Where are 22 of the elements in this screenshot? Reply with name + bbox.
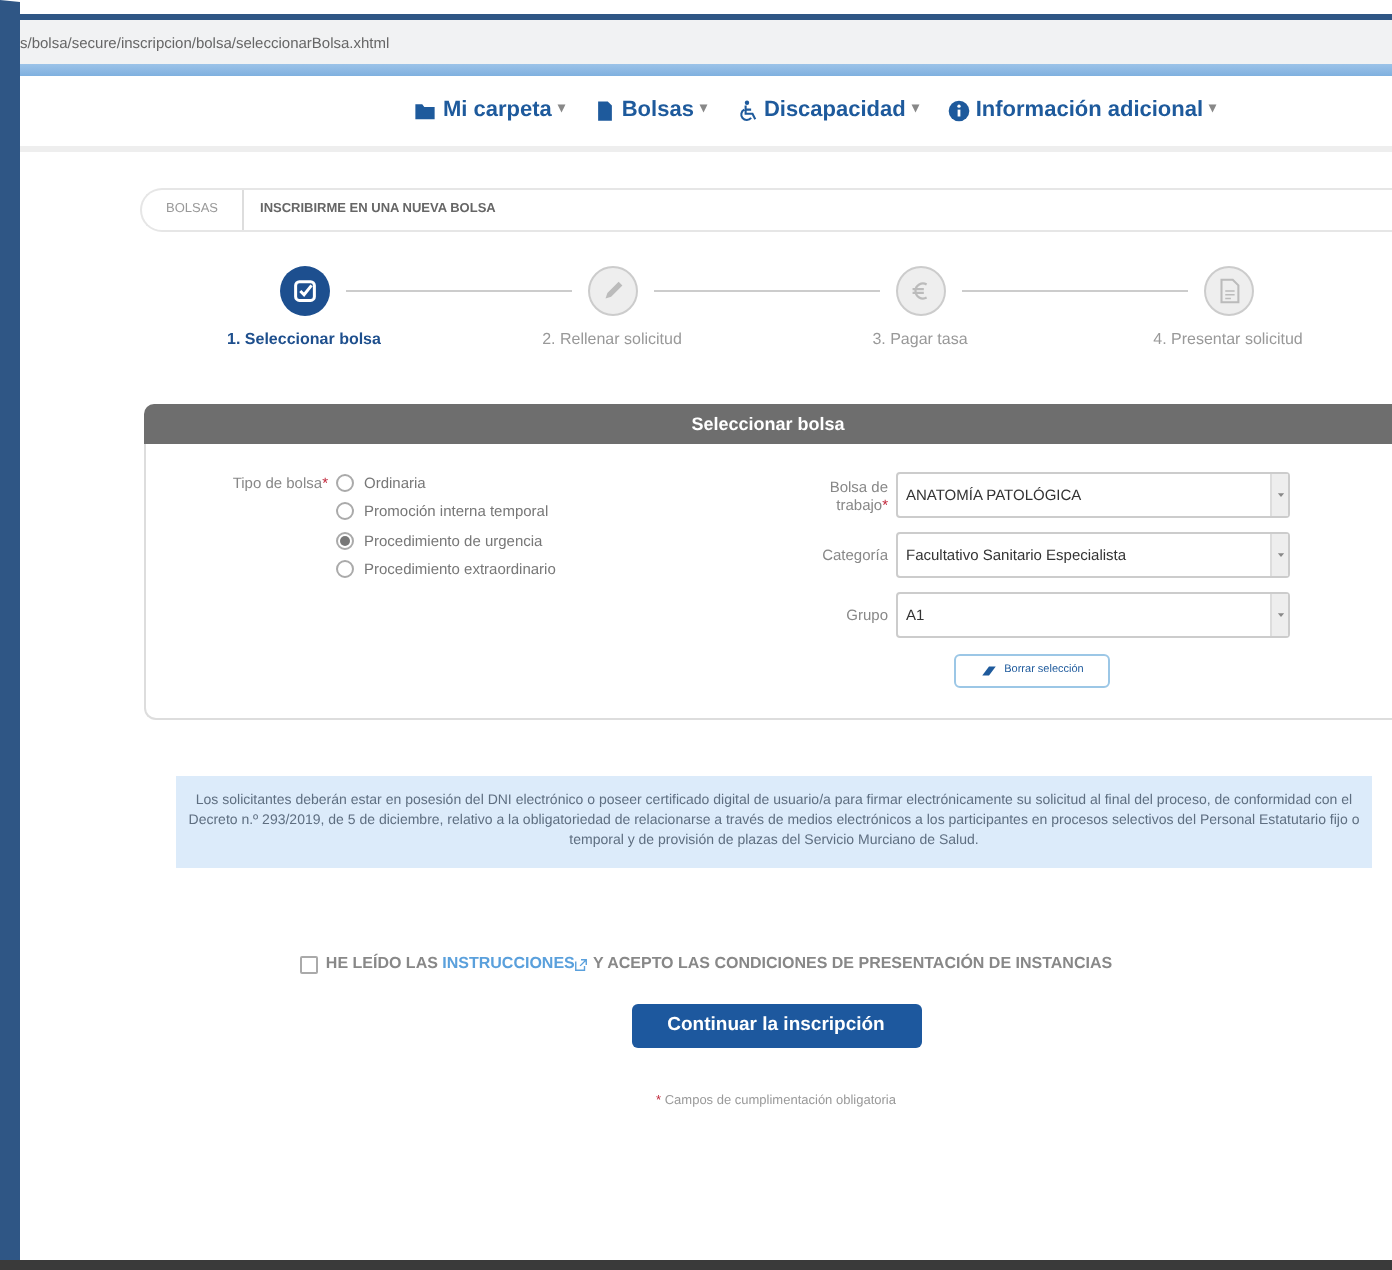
radio-button[interactable] bbox=[336, 559, 354, 578]
external-link-icon bbox=[574, 957, 589, 972]
step-label: 1. Seleccionar bolsa bbox=[227, 328, 381, 352]
caret-icon bbox=[1275, 490, 1285, 500]
document-icon bbox=[593, 100, 616, 122]
radio-button[interactable] bbox=[336, 531, 354, 550]
radio-button[interactable] bbox=[336, 502, 354, 521]
wheelchair-icon bbox=[735, 100, 758, 122]
eraser-icon bbox=[980, 662, 999, 680]
step-label: 2. Rellenar solicitud bbox=[542, 328, 682, 352]
caret-icon bbox=[1275, 550, 1285, 560]
radio-button[interactable] bbox=[336, 474, 354, 493]
folder-icon bbox=[414, 100, 437, 122]
caret-icon bbox=[1275, 610, 1285, 620]
continue-button[interactable]: Continuar la inscripción bbox=[631, 1004, 921, 1049]
step-label: 3. Pagar tasa bbox=[872, 328, 968, 352]
checkbox[interactable] bbox=[299, 955, 318, 974]
consent-text: HE LEÍDO LAS INSTRUCCIONES Y ACEPTO LAS CONDICIONES DE PRESENTACIÓN DE INSTANCIAS bbox=[325, 952, 1113, 977]
panel-header: Seleccionar bolsa bbox=[144, 404, 1392, 444]
info-icon bbox=[947, 100, 970, 122]
checkbox-icon bbox=[289, 276, 319, 306]
step-label: 4. Presentar solicitud bbox=[1153, 328, 1303, 352]
